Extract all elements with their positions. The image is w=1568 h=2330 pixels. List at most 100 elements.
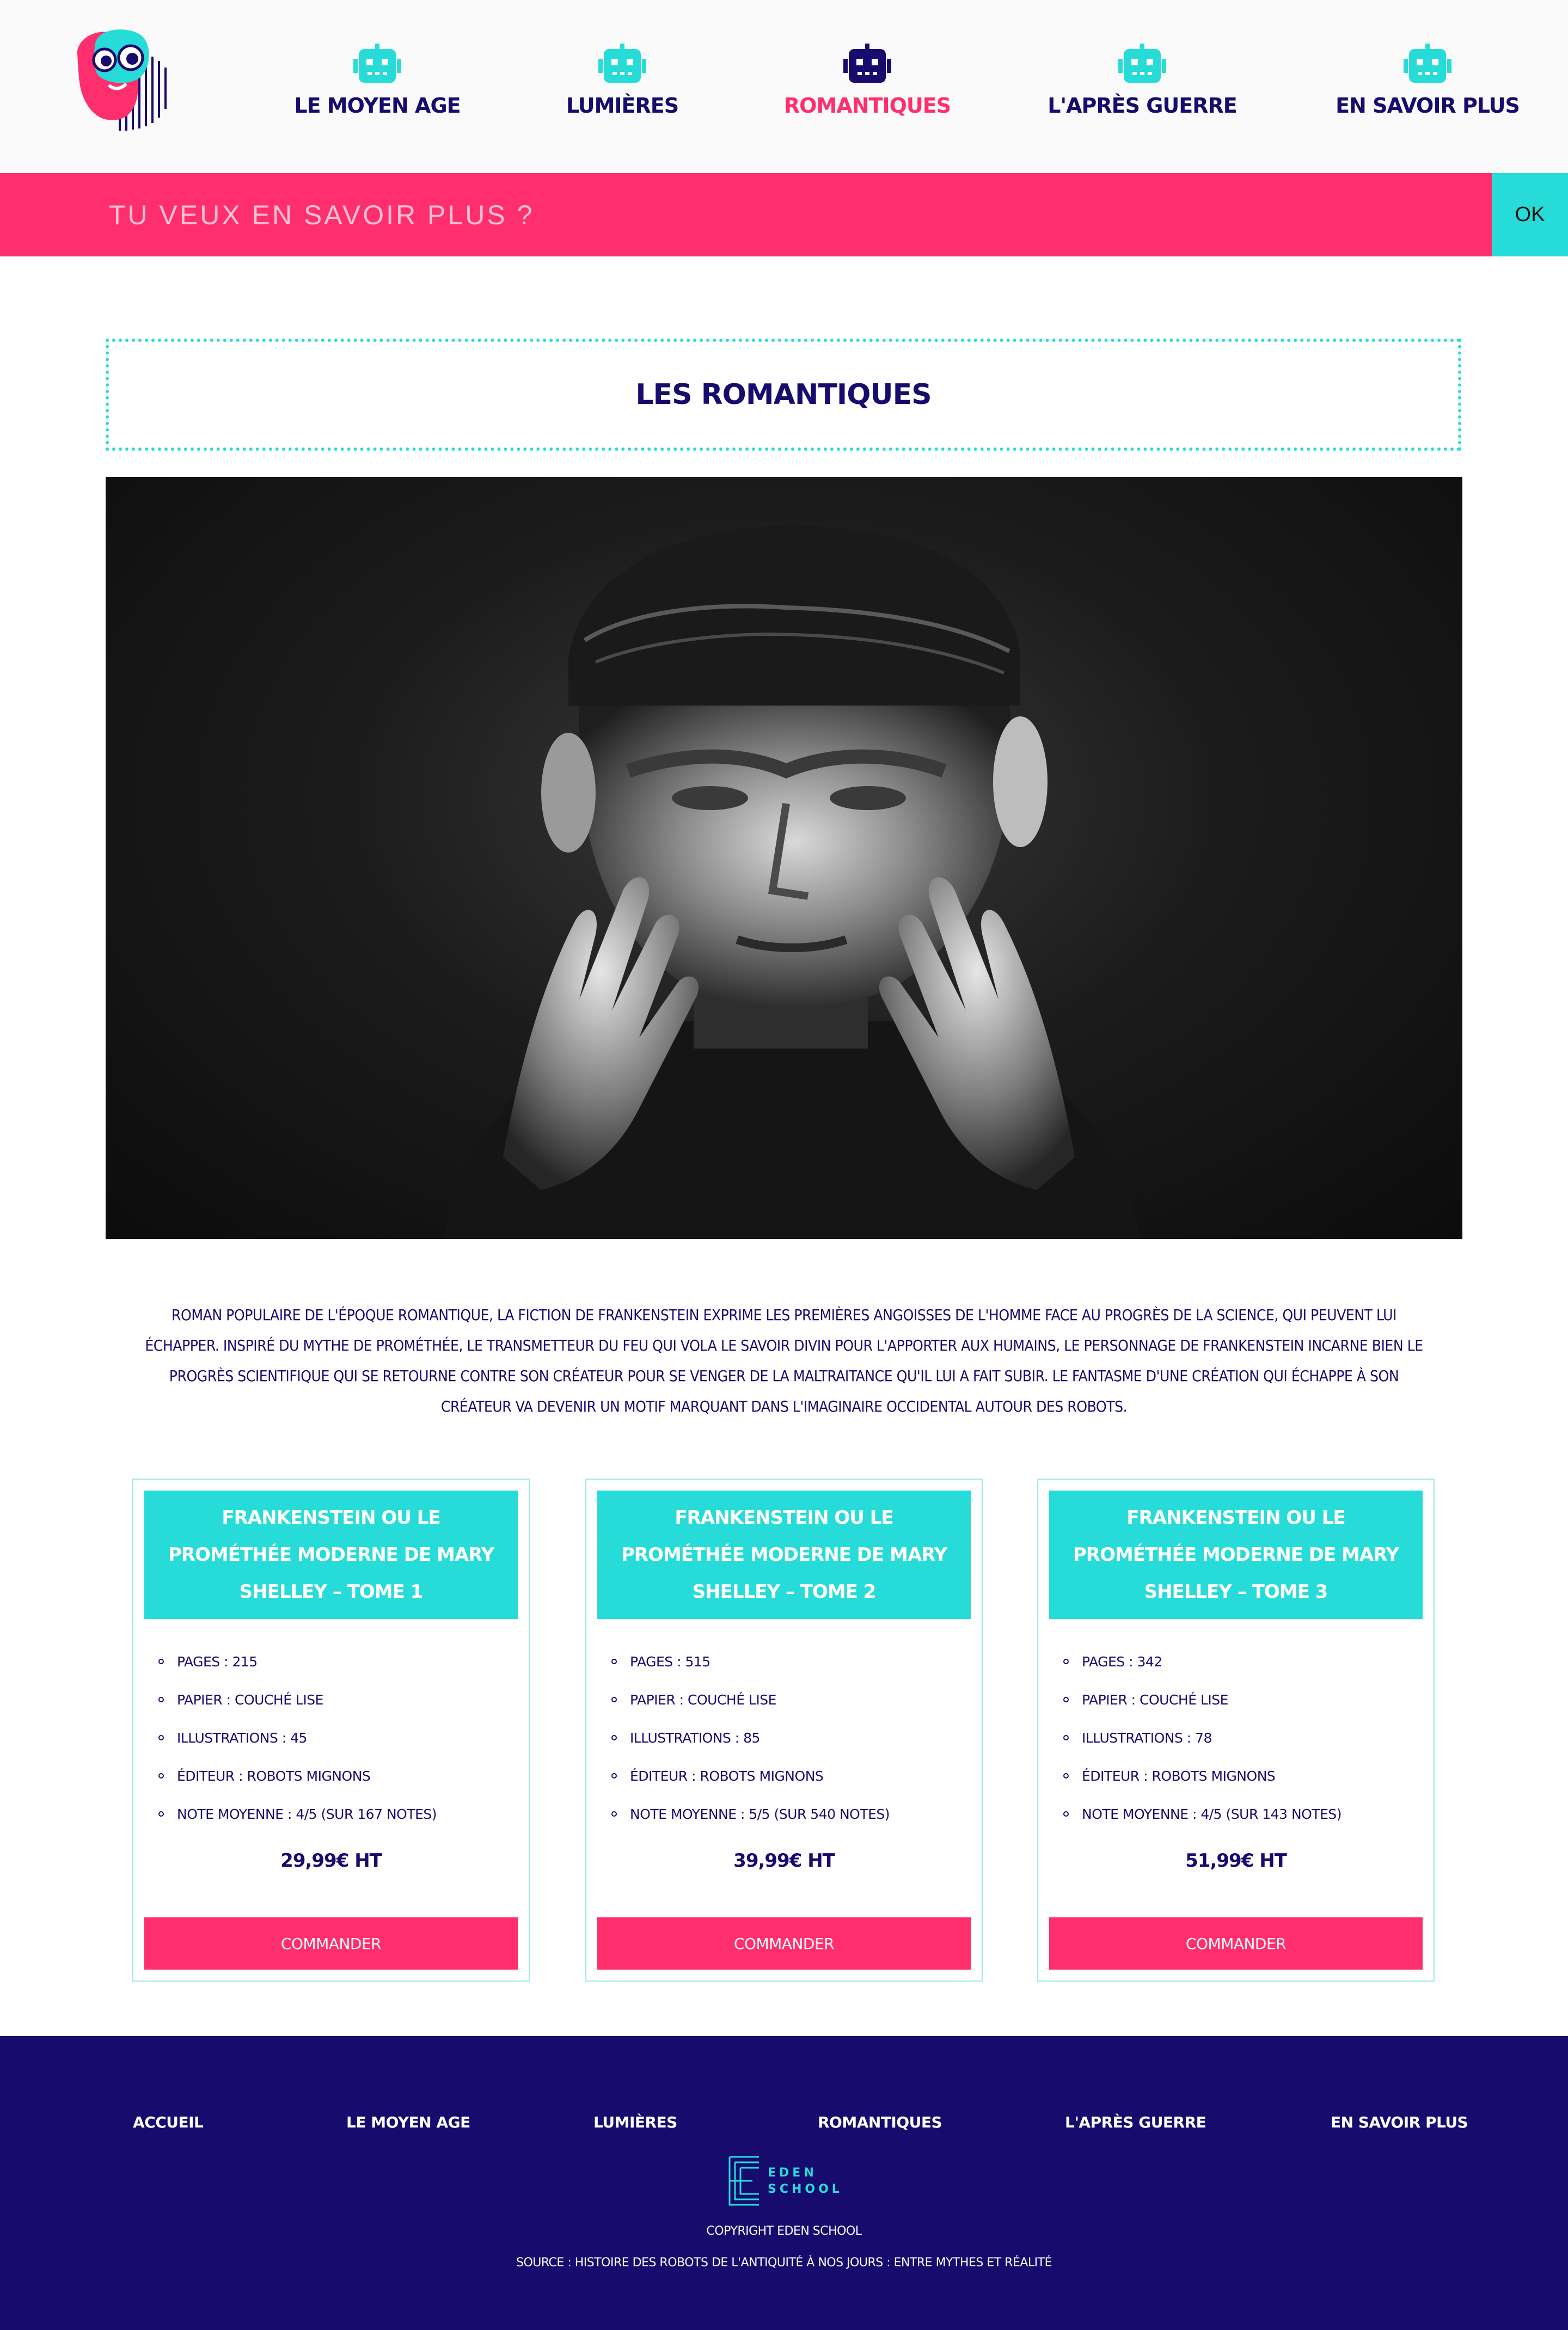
spec-text: ÉDITEUR : ROBOTS MIGNONS xyxy=(630,1768,824,1784)
footer-link-apres-guerre[interactable]: L'APRÈS GUERRE xyxy=(1065,2113,1206,2131)
intro-paragraph: Roman populaire de l'époque romantique, … xyxy=(145,1306,1423,1415)
spec-text: ILLUSTRATIONS : 45 xyxy=(177,1730,307,1746)
bullet-icon xyxy=(158,1659,164,1664)
order-button[interactable]: COMMANDER xyxy=(1049,1917,1423,1970)
spec-text: PAPIER : COUCHÉ LISE xyxy=(177,1692,323,1708)
bullet-icon xyxy=(611,1811,617,1817)
bullet-icon xyxy=(158,1697,164,1702)
bullet-icon xyxy=(1063,1773,1069,1779)
spec-item: NOTE MOYENNE : 5/5 (SUR 540 NOTES) xyxy=(611,1795,957,1834)
bullet-icon xyxy=(158,1735,164,1740)
spec-item: ILLUSTRATIONS : 45 xyxy=(158,1719,504,1757)
card-title: FRANKENSTEIN OU LE PROMÉTHÉE MODERNE DE … xyxy=(1073,1507,1399,1603)
footer-link-en-savoir-plus[interactable]: EN SAVOIR PLUS xyxy=(1331,2113,1468,2131)
spec-item: ILLUSTRATIONS : 85 xyxy=(611,1719,957,1757)
frankenstein-photo xyxy=(106,477,1462,1239)
bullet-icon xyxy=(158,1773,164,1779)
spec-item: NOTE MOYENNE : 4/5 (SUR 167 NOTES) xyxy=(158,1795,504,1834)
nav-item-moyen-age[interactable]: LE MOYEN AGE xyxy=(279,44,475,118)
spec-item: PAGES : 342 xyxy=(1063,1643,1408,1681)
product-card: FRANKENSTEIN OU LE PROMÉTHÉE MODERNE DE … xyxy=(132,1479,530,1982)
card-title: FRANKENSTEIN OU LE PROMÉTHÉE MODERNE DE … xyxy=(168,1507,494,1603)
logo-line2: SCHOOL xyxy=(768,2182,842,2196)
bullet-icon xyxy=(158,1811,164,1817)
order-button[interactable]: COMMANDER xyxy=(597,1917,971,1970)
page-title-box: LES ROMANTIQUES xyxy=(106,339,1461,451)
spec-text: NOTE MOYENNE : 4/5 (SUR 143 NOTES) xyxy=(1082,1806,1342,1822)
spec-list: PAGES : 215 PAPIER : COUCHÉ LISE ILLUSTR… xyxy=(144,1643,504,1834)
nav-label: L'APRÈS GUERRE xyxy=(1048,94,1237,118)
spec-text: ILLUSTRATIONS : 78 xyxy=(1082,1730,1212,1746)
spec-text: ILLUSTRATIONS : 85 xyxy=(630,1730,760,1746)
nav-label: ROMANTIQUES xyxy=(783,94,951,118)
bullet-icon xyxy=(1063,1659,1069,1664)
footer-link-lumieres[interactable]: LUMIÈRES xyxy=(593,2113,677,2131)
copyright-text: COPYRIGHT EDEN SCHOOL xyxy=(706,2224,862,2238)
spec-text: PAGES : 342 xyxy=(1082,1654,1162,1670)
spec-item: PAPIER : COUCHÉ LISE xyxy=(1063,1681,1408,1719)
nav-item-en-savoir-plus[interactable]: EN SAVOIR PLUS xyxy=(1330,44,1526,118)
spec-item: ÉDITEUR : ROBOTS MIGNONS xyxy=(158,1757,504,1795)
card-header: FRANKENSTEIN OU LE PROMÉTHÉE MODERNE DE … xyxy=(1049,1491,1423,1619)
spec-item: ÉDITEUR : ROBOTS MIGNONS xyxy=(611,1757,957,1795)
nav-item-lumieres[interactable]: LUMIÈRES xyxy=(524,44,720,118)
spec-text: PAPIER : COUCHÉ LISE xyxy=(1082,1692,1228,1708)
spec-list: PAGES : 342 PAPIER : COUCHÉ LISE ILLUSTR… xyxy=(1049,1643,1408,1834)
product-card: FRANKENSTEIN OU LE PROMÉTHÉE MODERNE DE … xyxy=(1037,1479,1435,1982)
spec-list: PAGES : 515 PAPIER : COUCHÉ LISE ILLUSTR… xyxy=(597,1643,957,1834)
nav-item-romantiques[interactable]: ROMANTIQUES xyxy=(769,44,965,118)
spec-text: ÉDITEUR : ROBOTS MIGNONS xyxy=(177,1768,371,1784)
card-price: 51,99€ HT xyxy=(1185,1850,1287,1872)
bullet-icon xyxy=(1063,1735,1069,1740)
bullet-icon xyxy=(1063,1697,1069,1702)
spec-item: PAGES : 515 xyxy=(611,1643,957,1681)
logo-line1: EDEN xyxy=(768,2166,817,2180)
ok-button[interactable]: OK xyxy=(1492,173,1568,256)
spec-item: NOTE MOYENNE : 4/5 (SUR 143 NOTES) xyxy=(1063,1795,1408,1834)
order-button[interactable]: COMMANDER xyxy=(144,1917,518,1970)
frankenstein-illustration xyxy=(443,525,1140,1239)
bullet-icon xyxy=(611,1773,617,1779)
robot-icon xyxy=(353,44,401,83)
footer-link-moyen-age[interactable]: LE MOYEN AGE xyxy=(346,2113,470,2131)
product-card: FRANKENSTEIN OU LE PROMÉTHÉE MODERNE DE … xyxy=(585,1479,983,1982)
footer-link-romantiques[interactable]: ROMANTIQUES xyxy=(818,2113,942,2131)
nav-label: EN SAVOIR PLUS xyxy=(1336,94,1520,118)
footer-link-accueil[interactable]: ACCUEIL xyxy=(133,2113,204,2131)
card-title: FRANKENSTEIN OU LE PROMÉTHÉE MODERNE DE … xyxy=(621,1507,947,1603)
spec-text: PAGES : 515 xyxy=(630,1654,710,1670)
robot-face-logo[interactable] xyxy=(65,22,180,136)
page-title: LES ROMANTIQUES xyxy=(635,378,932,411)
card-price: 29,99€ HT xyxy=(280,1850,382,1872)
bullet-icon xyxy=(611,1697,617,1702)
spec-text: PAGES : 215 xyxy=(177,1654,258,1670)
site-footer: ACCUEIL LE MOYEN AGE LUMIÈRES ROMANTIQUE… xyxy=(0,2036,1568,2330)
spec-text: NOTE MOYENNE : 4/5 (SUR 167 NOTES) xyxy=(177,1806,437,1822)
spec-text: ÉDITEUR : ROBOTS MIGNONS xyxy=(1082,1768,1276,1784)
newsletter-input[interactable] xyxy=(0,173,1492,256)
spec-item: ÉDITEUR : ROBOTS MIGNONS xyxy=(1063,1757,1408,1795)
card-price: 39,99€ HT xyxy=(733,1850,835,1872)
robot-icon xyxy=(598,44,646,83)
card-header: FRANKENSTEIN OU LE PROMÉTHÉE MODERNE DE … xyxy=(144,1491,518,1619)
source-text: SOURCE : HISTOIRE DES ROBOTS DE L'ANTIQU… xyxy=(516,2256,1052,2270)
site-header: LE MOYEN AGE LUMIÈRES ROMANTIQUES L'APRÈ… xyxy=(0,0,1568,173)
bullet-icon xyxy=(611,1659,617,1664)
robot-icon xyxy=(843,44,891,83)
robot-icon xyxy=(1118,44,1166,83)
spec-item: ILLUSTRATIONS : 78 xyxy=(1063,1719,1408,1757)
spec-text: PAPIER : COUCHÉ LISE xyxy=(630,1692,776,1708)
bullet-icon xyxy=(611,1735,617,1740)
spec-item: PAGES : 215 xyxy=(158,1643,504,1681)
nav-item-apres-guerre[interactable]: L'APRÈS GUERRE xyxy=(1044,44,1240,118)
nav-label: LUMIÈRES xyxy=(566,94,679,118)
newsletter-banner: OK xyxy=(0,173,1568,256)
spec-text: NOTE MOYENNE : 5/5 (SUR 540 NOTES) xyxy=(630,1806,890,1822)
nav-label: LE MOYEN AGE xyxy=(294,94,461,118)
eden-school-logo[interactable]: EDEN SCHOOL xyxy=(727,2154,842,2208)
spec-item: PAPIER : COUCHÉ LISE xyxy=(158,1681,504,1719)
robot-icon xyxy=(1404,44,1451,83)
spec-item: PAPIER : COUCHÉ LISE xyxy=(611,1681,957,1719)
card-header: FRANKENSTEIN OU LE PROMÉTHÉE MODERNE DE … xyxy=(597,1491,971,1619)
bullet-icon xyxy=(1063,1811,1069,1817)
